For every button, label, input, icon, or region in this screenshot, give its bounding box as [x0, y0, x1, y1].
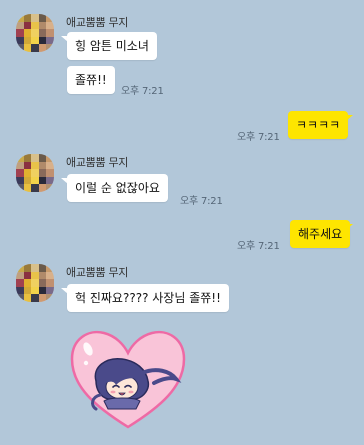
avatar-mosaic-cell: [23, 14, 32, 22]
avatar-mosaic-cell: [31, 279, 39, 287]
avatar-mosaic-cell: [38, 184, 47, 192]
avatar-mosaic-cell: [31, 184, 39, 192]
avatar-mosaic-cell: [16, 271, 24, 280]
avatar-mosaic-cell: [38, 264, 47, 272]
avatar-mosaic-cell: [23, 154, 32, 162]
sender-avatar[interactable]: [16, 14, 54, 52]
avatar-mosaic-cell: [46, 154, 54, 162]
avatar-mosaic-cell: [38, 176, 47, 185]
avatar-mosaic-cell: [38, 169, 47, 177]
avatar-mosaic-cell: [23, 294, 32, 302]
avatar-mosaic-cell: [16, 21, 24, 30]
avatar-mosaic-cell: [31, 169, 39, 177]
sender-name: 애교뿜뿜 무지: [66, 16, 129, 29]
avatar-mosaic-cell: [31, 271, 39, 280]
avatar-mosaic-cell: [46, 184, 54, 192]
avatar-mosaic-cell: [16, 286, 24, 295]
avatar-mosaic-cell: [23, 29, 32, 37]
character-body-icon: [103, 397, 141, 410]
message-bubble-in[interactable]: 헉 진짜요???? 사장님 졸쮸!!: [67, 284, 229, 312]
avatar-mosaic-cell: [23, 21, 32, 30]
avatar-mosaic-cell: [23, 161, 32, 170]
avatar-mosaic-cell: [31, 264, 39, 272]
avatar-mosaic-cell: [31, 176, 39, 185]
avatar-mosaic-cell: [46, 286, 54, 295]
avatar-mosaic-cell: [23, 169, 32, 177]
message-bubble-in[interactable]: 힝 암튼 미소녀: [67, 32, 157, 60]
avatar-mosaic-cell: [16, 169, 24, 177]
avatar-mosaic-cell: [23, 264, 32, 272]
message-timestamp: 오후 7:21: [121, 86, 164, 97]
bubble-tail: [346, 224, 353, 230]
avatar-mosaic-cell: [16, 44, 24, 52]
avatar-mosaic-cell: [46, 44, 54, 52]
avatar-mosaic-cell: [38, 36, 47, 45]
avatar-mosaic-cell: [23, 286, 32, 295]
avatar-mosaic-cell: [38, 14, 47, 22]
avatar-mosaic-cell: [38, 29, 47, 37]
message-timestamp: 오후 7:21: [237, 132, 280, 143]
avatar-mosaic-cell: [38, 294, 47, 302]
avatar-mosaic-cell: [46, 36, 54, 45]
avatar-mosaic-cell: [16, 184, 24, 192]
avatar-mosaic-cell: [23, 271, 32, 280]
avatar-mosaic-cell: [46, 169, 54, 177]
avatar-mosaic-cell: [46, 264, 54, 272]
avatar-mosaic-cell: [31, 294, 39, 302]
avatar-mosaic-cell: [46, 29, 54, 37]
avatar-mosaic-cell: [23, 184, 32, 192]
avatar-mosaic-cell: [31, 36, 39, 45]
message-timestamp: 오후 7:21: [180, 196, 223, 207]
avatar-mosaic-cell: [31, 154, 39, 162]
avatar-mosaic-cell: [31, 29, 39, 37]
sender-name: 애교뿜뿜 무지: [66, 156, 129, 169]
avatar-mosaic-cell: [38, 161, 47, 170]
heart-highlight-dot: [83, 360, 89, 366]
avatar-mosaic-cell: [46, 279, 54, 287]
avatar-mosaic-cell: [31, 21, 39, 30]
avatar-mosaic-cell: [38, 286, 47, 295]
message-bubble-in[interactable]: 졸쮸!!: [67, 66, 115, 94]
sender-avatar[interactable]: [16, 154, 54, 192]
sender-avatar[interactable]: [16, 264, 54, 302]
message-bubble-in[interactable]: 이럴 순 없잖아요: [67, 174, 168, 202]
avatar-mosaic-cell: [46, 176, 54, 185]
avatar-mosaic-cell: [46, 21, 54, 30]
avatar-mosaic-cell: [31, 286, 39, 295]
bubble-tail: [346, 115, 353, 121]
avatar-mosaic-cell: [38, 271, 47, 280]
avatar-mosaic-cell: [23, 36, 32, 45]
avatar-mosaic-cell: [31, 161, 39, 170]
avatar-mosaic-cell: [16, 154, 24, 162]
avatar-mosaic-cell: [16, 279, 24, 287]
avatar-mosaic-cell: [23, 279, 32, 287]
avatar-mosaic-cell: [38, 44, 47, 52]
avatar-mosaic-cell: [31, 14, 39, 22]
heart-character-emoticon[interactable]: [66, 323, 190, 433]
sender-name: 애교뿜뿜 무지: [66, 266, 129, 279]
avatar-mosaic-cell: [31, 44, 39, 52]
avatar-mosaic-cell: [23, 44, 32, 52]
message-timestamp: 오후 7:21: [237, 241, 280, 252]
avatar-mosaic-cell: [38, 279, 47, 287]
avatar-mosaic-cell: [46, 14, 54, 22]
avatar-mosaic-cell: [16, 29, 24, 37]
avatar-mosaic-cell: [46, 271, 54, 280]
avatar-mosaic-cell: [23, 176, 32, 185]
character-blush-icon: [128, 390, 134, 394]
avatar-mosaic-cell: [16, 36, 24, 45]
avatar-mosaic-cell: [38, 21, 47, 30]
message-bubble-out[interactable]: 해주세요: [290, 220, 351, 248]
avatar-mosaic-cell: [16, 161, 24, 170]
avatar-mosaic-cell: [16, 294, 24, 302]
message-bubble-out[interactable]: ㅋㅋㅋㅋ: [288, 111, 349, 139]
avatar-mosaic-cell: [46, 294, 54, 302]
avatar-mosaic-cell: [16, 264, 24, 272]
avatar-mosaic-cell: [38, 154, 47, 162]
character-blush-icon: [110, 390, 116, 394]
avatar-mosaic-cell: [46, 161, 54, 170]
avatar-mosaic-cell: [16, 14, 24, 22]
avatar-mosaic-cell: [16, 176, 24, 185]
